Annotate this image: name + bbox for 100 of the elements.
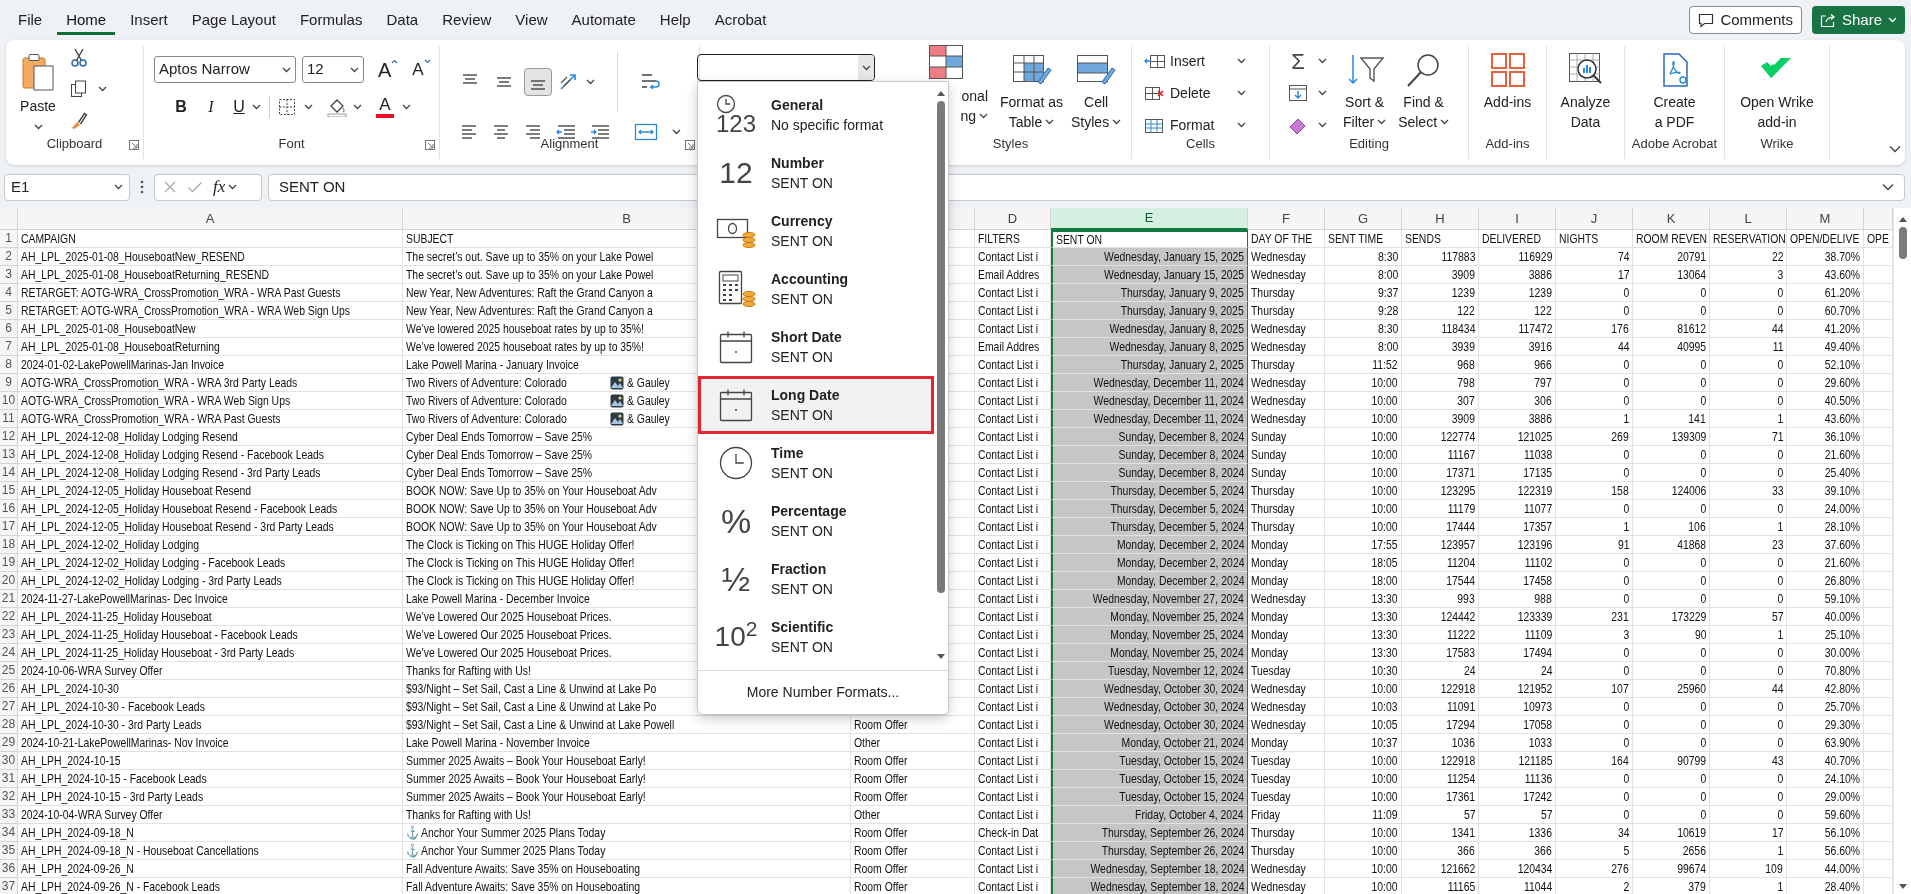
cells-menu-button[interactable]: Delete — [1144, 77, 1246, 109]
caret-icon[interactable] — [353, 104, 362, 110]
dialog-launcher-icon[interactable] — [129, 140, 139, 150]
row-number[interactable]: 23 — [1, 626, 16, 643]
menu-tab[interactable]: Review — [433, 4, 501, 36]
row-number[interactable]: 37 — [1, 878, 16, 894]
row-number[interactable]: 15 — [1, 482, 16, 499]
column-header[interactable]: J — [1556, 208, 1633, 230]
analyze-data-button[interactable]: Analyze Data — [1556, 40, 1615, 132]
row-number[interactable]: 32 — [1, 788, 16, 805]
number-format-option[interactable]: % Percentage SENT ON — [698, 492, 934, 550]
scrollbar-thumb[interactable] — [937, 101, 945, 593]
number-format-field[interactable] — [697, 54, 875, 81]
column-header[interactable]: A — [18, 208, 403, 230]
increase-indent-icon[interactable] — [590, 123, 610, 141]
caret-icon[interactable] — [672, 129, 681, 135]
vertical-align-button[interactable] — [524, 68, 552, 96]
shrink-font-button[interactable]: A — [412, 58, 431, 81]
brush-icon[interactable] — [70, 111, 88, 130]
column-header[interactable]: H — [1402, 208, 1479, 230]
menu-tab[interactable]: Page Layout — [182, 4, 285, 36]
expand-icon[interactable] — [1882, 183, 1894, 191]
menu-tab[interactable]: Automate — [562, 4, 645, 36]
dialog-launcher-icon[interactable] — [685, 140, 695, 150]
open-wrike-button[interactable]: Open Wrike add-in — [1736, 40, 1818, 132]
caret-icon[interactable] — [252, 104, 261, 110]
column-header[interactable]: E — [1051, 208, 1248, 230]
scroll-down-icon[interactable] — [1897, 883, 1908, 890]
row-number[interactable]: 31 — [1, 770, 16, 787]
number-format-option[interactable]: Time SENT ON — [698, 434, 934, 492]
menu-tab[interactable]: View — [506, 4, 557, 36]
add-ins-button[interactable]: Add-ins — [1479, 40, 1536, 112]
menu-tab[interactable]: Formulas — [290, 4, 372, 36]
number-format-option[interactable]: 10$^{2}$ Scientific SENT ON — [698, 608, 934, 666]
underline-button[interactable]: U — [226, 95, 252, 119]
row-number[interactable]: 33 — [1, 806, 16, 823]
cell-styles-button[interactable]: Cell Styles — [1067, 40, 1126, 132]
column-header[interactable]: I — [1479, 208, 1556, 230]
paste-button[interactable]: Paste — [16, 40, 60, 130]
row-number[interactable]: 36 — [1, 860, 16, 877]
row-number[interactable]: 27 — [1, 698, 16, 715]
create-pdf-button[interactable]: Create a PDF — [1649, 40, 1700, 132]
find-select-button[interactable]: Find & Select — [1394, 40, 1454, 132]
number-format-option[interactable]: Long Date SENT ON — [698, 376, 934, 434]
fill-down-icon[interactable] — [1288, 84, 1308, 102]
comments-button[interactable]: Comments — [1689, 6, 1802, 34]
caret-icon[interactable] — [1318, 122, 1327, 128]
column-header[interactable]: F — [1248, 208, 1325, 230]
font-name-field[interactable]: Aptos Narrow — [154, 56, 296, 83]
font-color-button[interactable]: A — [374, 96, 396, 118]
row-number[interactable]: 30 — [1, 752, 16, 769]
fill-bucket-icon[interactable] — [327, 97, 347, 117]
caret-icon[interactable] — [586, 79, 595, 85]
align-right-icon[interactable] — [524, 123, 542, 141]
menu-tab[interactable]: Home — [57, 4, 116, 36]
font-size-field[interactable]: 12 — [302, 56, 364, 83]
row-number[interactable]: 24 — [1, 644, 16, 661]
menu-tab[interactable]: Acrobat — [705, 4, 776, 36]
share-button[interactable]: Share — [1811, 6, 1905, 34]
merge-cells-icon[interactable] — [634, 122, 658, 142]
menu-tab[interactable]: Help — [650, 4, 700, 36]
collapse-ribbon-icon[interactable] — [1889, 145, 1901, 153]
menu-tab[interactable]: File — [9, 4, 52, 36]
caret-icon[interactable] — [304, 104, 313, 110]
number-format-option[interactable]: 123 General No specific format — [698, 86, 934, 144]
sort-filter-button[interactable]: Sort & Filter — [1339, 40, 1391, 132]
borders-icon[interactable] — [278, 98, 296, 116]
check-icon[interactable] — [187, 180, 203, 194]
bold-button[interactable]: B — [166, 95, 196, 119]
menu-tab[interactable]: Insert — [121, 4, 177, 36]
row-number[interactable]: 20 — [1, 572, 16, 589]
row-number[interactable]: 28 — [1, 716, 16, 733]
row-number[interactable]: 14 — [1, 464, 16, 481]
column-header[interactable]: M — [1787, 208, 1864, 230]
number-format-option[interactable]: Accounting SENT ON — [698, 260, 934, 318]
number-format-option[interactable]: ½ Fraction SENT ON — [698, 550, 934, 608]
row-number[interactable]: 12 — [1, 428, 16, 445]
row-number[interactable]: 10 — [1, 392, 16, 409]
row-number[interactable]: 19 — [1, 554, 16, 571]
row-number[interactable]: 25 — [1, 662, 16, 679]
scissors-icon[interactable] — [70, 48, 88, 67]
autosum-button[interactable]: Σ — [1288, 45, 1327, 77]
scrollbar-thumb[interactable] — [1898, 227, 1907, 259]
eraser-icon[interactable] — [1288, 116, 1308, 134]
italic-button[interactable]: I — [196, 95, 226, 119]
column-header[interactable]: K — [1633, 208, 1710, 230]
row-number[interactable]: 35 — [1, 842, 16, 859]
row-number[interactable]: 22 — [1, 608, 16, 625]
column-header[interactable]: L — [1710, 208, 1787, 230]
menu-tab[interactable]: Data — [377, 4, 428, 36]
cells-menu-button[interactable]: Insert — [1144, 45, 1246, 77]
row-number[interactable]: 26 — [1, 680, 16, 697]
caret-icon[interactable] — [402, 104, 411, 110]
row-number[interactable]: 17 — [1, 518, 16, 535]
scroll-up-icon[interactable] — [936, 90, 946, 97]
column-header[interactable]: G — [1325, 208, 1402, 230]
row-number[interactable]: 18 — [1, 536, 16, 553]
row-number[interactable]: 16 — [1, 500, 16, 517]
number-format-option[interactable]: Short Date SENT ON — [698, 318, 934, 376]
dialog-launcher-icon[interactable] — [425, 140, 435, 150]
